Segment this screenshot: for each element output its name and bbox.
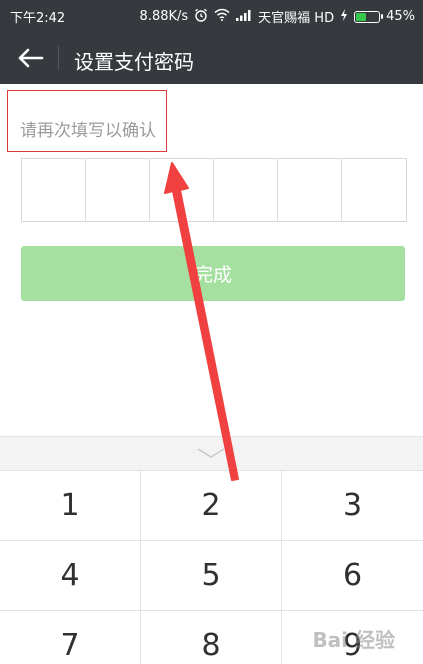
annotation-highlight-box xyxy=(7,90,167,152)
keyboard-collapse-button[interactable] xyxy=(196,445,226,461)
pin-cell[interactable] xyxy=(278,159,342,221)
key-3[interactable]: 3 xyxy=(282,471,423,541)
battery-icon xyxy=(354,10,384,23)
key-4[interactable]: 4 xyxy=(0,541,141,611)
pin-cell[interactable] xyxy=(342,159,406,221)
payment-password-screen: 下午2:42 8.88K/s 天官赐福 HD 45% 设置支付密码 请再次填写以… xyxy=(0,0,423,664)
pin-cell[interactable] xyxy=(86,159,150,221)
carrier-name: 天官赐福 HD xyxy=(258,11,335,26)
page-title: 设置支付密码 xyxy=(74,50,194,74)
signal-icon xyxy=(236,9,252,25)
key-7[interactable]: 7 xyxy=(0,611,141,664)
pin-cell[interactable] xyxy=(214,159,278,221)
wifi-icon xyxy=(214,8,230,25)
charging-icon xyxy=(340,8,348,25)
chevron-down-icon xyxy=(197,448,225,458)
password-input-grid[interactable] xyxy=(21,158,407,222)
status-time: 下午2:42 xyxy=(10,11,66,26)
back-button[interactable] xyxy=(14,44,48,72)
key-8[interactable]: 8 xyxy=(141,611,282,664)
keyboard-header xyxy=(0,436,423,471)
status-bar: 下午2:42 8.88K/s 天官赐福 HD 45% xyxy=(0,0,423,32)
battery-percent: 45% xyxy=(386,9,415,24)
network-speed: 8.88K/s xyxy=(139,9,189,24)
done-button[interactable]: 完成 xyxy=(21,246,405,301)
key-2[interactable]: 2 xyxy=(141,471,282,541)
pin-cell[interactable] xyxy=(150,159,214,221)
pin-cell[interactable] xyxy=(22,159,86,221)
alarm-icon xyxy=(194,8,208,26)
title-bar: 设置支付密码 xyxy=(0,32,423,84)
key-6[interactable]: 6 xyxy=(282,541,423,611)
key-5[interactable]: 5 xyxy=(141,541,282,611)
watermark: Bai 经验 xyxy=(312,628,395,652)
status-right-group: 8.88K/s 天官赐福 HD 45% xyxy=(140,7,415,26)
battery-level-fill xyxy=(356,12,366,21)
title-divider xyxy=(58,46,59,70)
back-arrow-icon xyxy=(18,48,44,68)
key-1[interactable]: 1 xyxy=(0,471,141,541)
